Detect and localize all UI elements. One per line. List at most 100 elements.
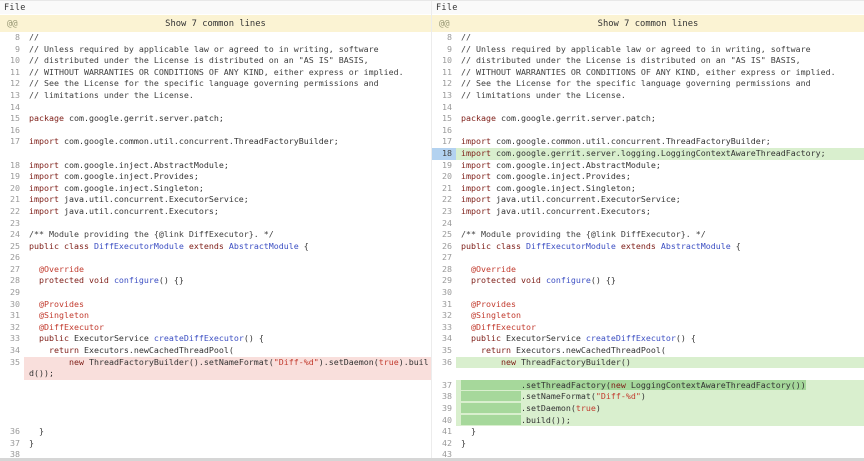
code-segment: @Override (471, 264, 516, 274)
line-number[interactable]: 41 (432, 426, 456, 438)
line-number[interactable]: 12 (0, 78, 24, 90)
code-segment: // Unless required by applicable law or … (461, 44, 811, 54)
code-segment: public class (29, 241, 89, 251)
line-number[interactable]: 28 (432, 264, 456, 276)
filler-row (0, 380, 431, 392)
line-number[interactable]: 36 (0, 426, 24, 438)
line-number[interactable]: 39 (432, 403, 456, 415)
code-rows-left: 8//9// Unless required by applicable law… (0, 32, 431, 461)
line-number[interactable]: 22 (0, 206, 24, 218)
line-number[interactable]: 26 (0, 252, 24, 264)
code-segment (461, 299, 471, 309)
line-number[interactable]: 34 (432, 333, 456, 345)
code-line: @Singleton (24, 310, 431, 322)
code-segment (461, 403, 521, 413)
line-number[interactable]: 30 (432, 287, 456, 299)
line-number[interactable]: 21 (0, 194, 24, 206)
code-line (456, 287, 864, 299)
line-number[interactable]: 17 (0, 136, 24, 148)
line-number[interactable]: 8 (432, 32, 456, 44)
code-segment: DiffExecutorModule (94, 241, 184, 251)
diff-row: 27 (432, 252, 864, 264)
diff-row: 19import com.google.inject.Provides; (0, 171, 431, 183)
line-number[interactable]: 21 (432, 183, 456, 195)
line-number[interactable]: 42 (432, 438, 456, 450)
line-number[interactable]: 20 (0, 183, 24, 195)
line-number[interactable]: 24 (432, 218, 456, 230)
line-number[interactable]: 33 (0, 333, 24, 345)
line-number[interactable]: 17 (432, 136, 456, 148)
code-segment: return (481, 345, 511, 355)
line-number[interactable]: 25 (432, 229, 456, 241)
code-line: import com.google.gerrit.server.logging.… (456, 148, 864, 160)
line-number[interactable]: 37 (432, 380, 456, 392)
line-number[interactable]: 12 (432, 78, 456, 90)
diff-row: 9// Unless required by applicable law or… (0, 44, 431, 56)
line-number[interactable]: 32 (432, 310, 456, 322)
line-number[interactable]: 38 (432, 391, 456, 403)
line-number[interactable]: 13 (432, 90, 456, 102)
line-number[interactable]: 9 (0, 44, 24, 56)
code-segment: @Provides (39, 299, 84, 309)
line-number[interactable]: 27 (0, 264, 24, 276)
line-number[interactable]: 34 (0, 345, 24, 357)
diff-row: 32 @DiffExecutor (0, 322, 431, 334)
line-number[interactable]: 16 (432, 125, 456, 137)
code-segment: import (29, 194, 59, 204)
diff-row: 40 .build()); (432, 415, 864, 427)
line-number[interactable]: 40 (432, 415, 456, 427)
line-number[interactable]: 27 (432, 252, 456, 264)
line-number[interactable]: 11 (432, 67, 456, 79)
show-common-lines-link[interactable]: Show 7 common lines (165, 19, 266, 29)
code-segment: () {} (159, 275, 184, 285)
line-number[interactable]: 15 (0, 113, 24, 125)
code-line: // Unless required by applicable law or … (456, 44, 864, 56)
line-number[interactable]: 32 (0, 322, 24, 334)
line-number[interactable]: 14 (432, 102, 456, 114)
line-number[interactable]: 9 (432, 44, 456, 56)
code-segment: import (29, 183, 59, 193)
code-segment: // limitations under the License. (461, 90, 626, 100)
line-number[interactable]: 37 (0, 438, 24, 450)
line-number[interactable]: 23 (0, 218, 24, 230)
line-number[interactable]: 19 (0, 171, 24, 183)
line-number[interactable]: 29 (432, 275, 456, 287)
line-number[interactable]: 35 (0, 357, 24, 369)
line-number[interactable]: 11 (0, 67, 24, 79)
line-number[interactable]: 33 (432, 322, 456, 334)
code-segment: () { (244, 333, 264, 343)
code-line: package com.google.gerrit.server.patch; (456, 113, 864, 125)
code-line: import java.util.concurrent.ExecutorServ… (24, 194, 431, 206)
line-number[interactable]: 30 (0, 299, 24, 311)
line-number[interactable]: 25 (0, 241, 24, 253)
line-number[interactable]: 23 (432, 206, 456, 218)
line-number (0, 391, 24, 403)
line-number[interactable]: 35 (432, 345, 456, 357)
diff-row: 30 @Provides (0, 299, 431, 311)
code-segment: { (299, 241, 309, 251)
line-number[interactable]: 19 (432, 160, 456, 172)
line-number[interactable]: 8 (0, 32, 24, 44)
code-segment: com.google.inject.Provides; (491, 171, 631, 181)
line-number[interactable]: 20 (432, 171, 456, 183)
line-number[interactable]: 13 (0, 90, 24, 102)
line-number[interactable]: 22 (432, 194, 456, 206)
line-number[interactable]: 10 (0, 55, 24, 67)
show-common-lines-link[interactable]: Show 7 common lines (598, 19, 699, 29)
line-number[interactable]: 26 (432, 241, 456, 253)
line-number[interactable]: 31 (0, 310, 24, 322)
line-number[interactable]: 10 (432, 55, 456, 67)
line-number[interactable]: 16 (0, 125, 24, 137)
line-number[interactable]: 18 (432, 148, 456, 160)
line-number[interactable]: 36 (432, 357, 456, 369)
line-number[interactable]: 29 (0, 287, 24, 299)
line-number[interactable]: 31 (432, 299, 456, 311)
code-line: public ExecutorService createDiffExecuto… (456, 333, 864, 345)
line-number[interactable]: 28 (0, 275, 24, 287)
hunk-marker: @@ (7, 19, 18, 29)
line-number[interactable]: 15 (432, 113, 456, 125)
line-number[interactable]: 24 (0, 229, 24, 241)
line-number[interactable]: 14 (0, 102, 24, 114)
line-number[interactable]: 18 (0, 160, 24, 172)
diff-row: 18import com.google.inject.AbstractModul… (0, 160, 431, 172)
